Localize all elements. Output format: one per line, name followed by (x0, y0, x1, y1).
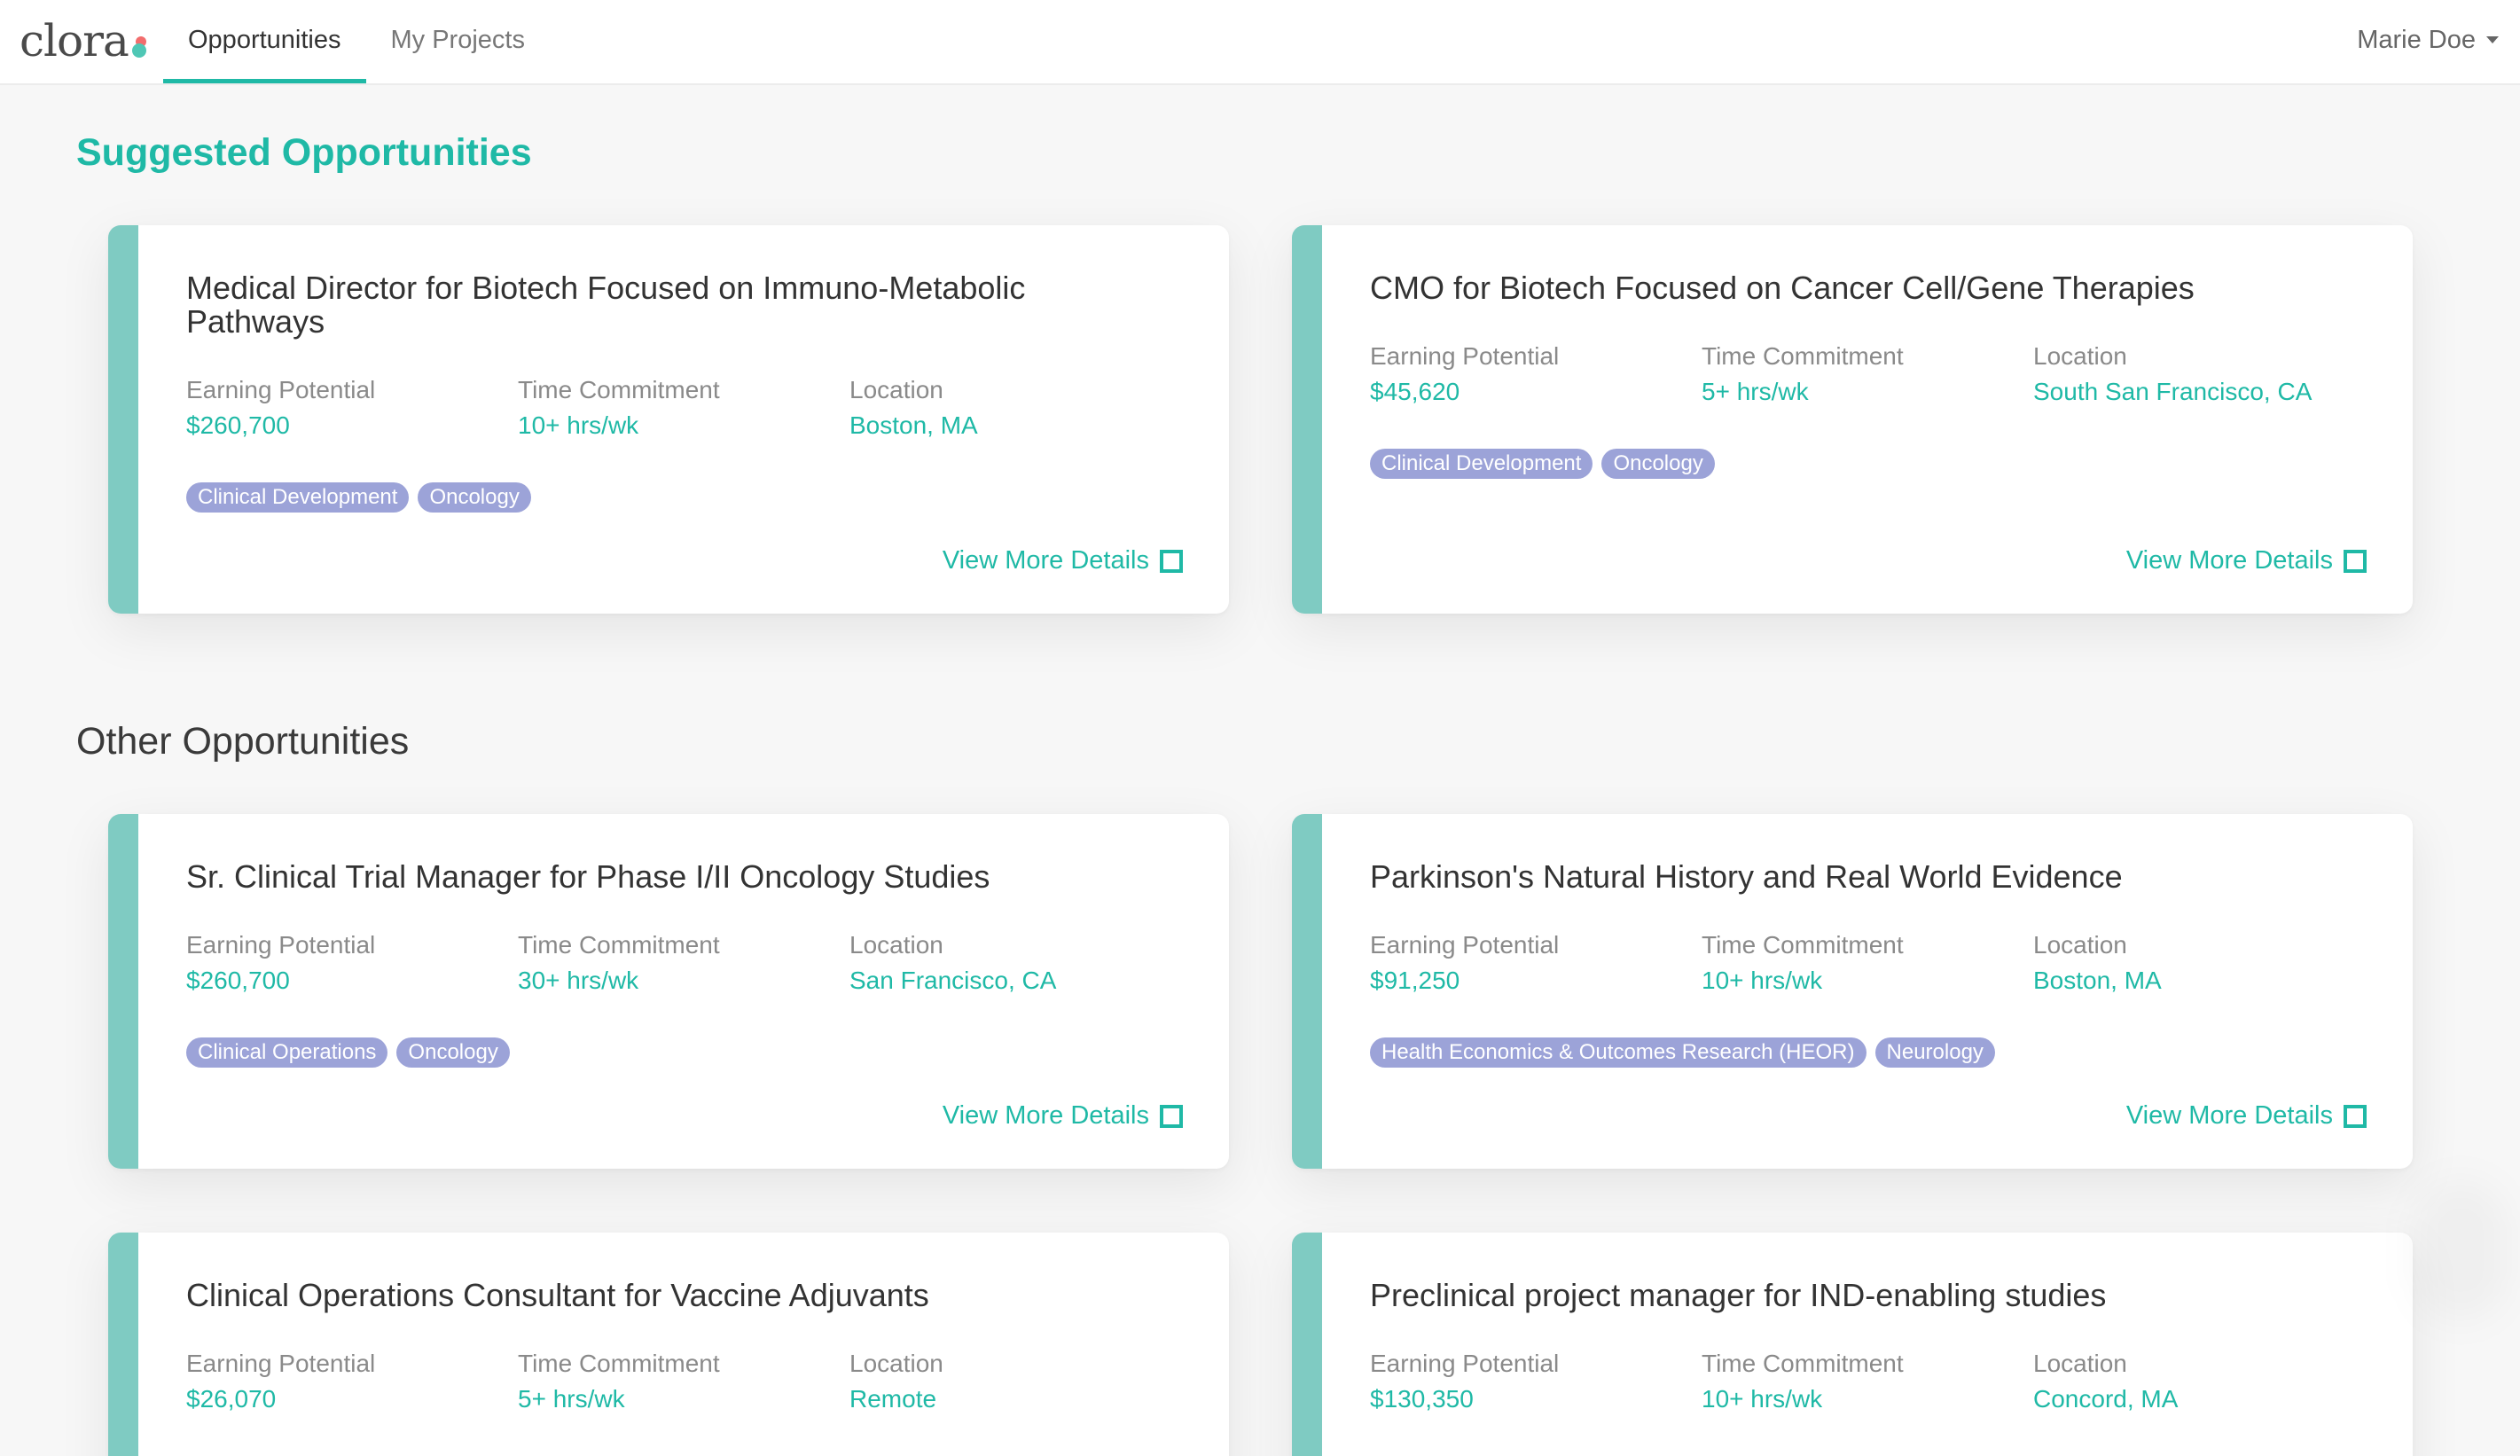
tag[interactable]: Health Economics & Outcomes Research (HE… (1370, 1037, 1867, 1068)
other-section-title: Other Opportunities (76, 720, 410, 763)
user-name: Marie Doe (2357, 25, 2476, 54)
card-title: Preclinical project manager for IND-enab… (1370, 1277, 2107, 1313)
page: clora Opportunities My Projects Marie Do… (0, 0, 2520, 1456)
card-meta: Earning Potential $260,700 Time Commitme… (186, 928, 1181, 998)
logo-text: clora (20, 15, 129, 67)
opportunity-card[interactable]: Preclinical project manager for IND-enab… (1292, 1233, 2413, 1456)
earning-potential: Earning Potential $130,350 (1370, 1350, 1560, 1413)
location: Location Concord, MA (2033, 1350, 2179, 1413)
location: Location Remote (849, 1350, 943, 1413)
expand-icon (1160, 1104, 1183, 1128)
suggested-section-title: Suggested Opportunities (76, 131, 532, 174)
opportunity-card[interactable]: Sr. Clinical Trial Manager for Phase I/I… (108, 814, 1229, 1169)
time-commitment: Time Commitment 5+ hrs/wk (1702, 342, 1904, 405)
earning-potential: Earning Potential $26,070 (186, 1350, 376, 1413)
tag[interactable]: Clinical Operations (186, 1037, 388, 1068)
tab-my-projects[interactable]: My Projects (366, 0, 550, 80)
location: Location South San Francisco, CA (2033, 342, 2313, 405)
user-menu[interactable]: Marie Doe (2344, 0, 2511, 80)
opportunity-card[interactable]: Medical Director for Biotech Focused on … (108, 225, 1229, 614)
time-commitment: Time Commitment 5+ hrs/wk (518, 1350, 720, 1413)
card-meta: Earning Potential $91,250 Time Commitmen… (1370, 928, 2365, 998)
earning-potential: Earning Potential $45,620 (1370, 342, 1560, 405)
logo-mark-icon (130, 33, 157, 68)
view-more-details-link[interactable]: View More Details (943, 546, 1183, 575)
tab-opportunities[interactable]: Opportunities (163, 0, 366, 83)
tag[interactable]: Neurology (1874, 1037, 1995, 1068)
location: Location Boston, MA (849, 376, 978, 439)
time-commitment: Time Commitment 10+ hrs/wk (1702, 931, 1904, 994)
card-accent-stripe (1292, 1233, 1322, 1456)
card-title: Parkinson's Natural History and Real Wor… (1370, 858, 2123, 895)
opportunity-card[interactable]: CMO for Biotech Focused on Cancer Cell/G… (1292, 225, 2413, 614)
expand-icon (1160, 549, 1183, 573)
card-meta: Earning Potential $45,620 Time Commitmen… (1370, 339, 2365, 410)
location: Location San Francisco, CA (849, 931, 1057, 994)
tag-list: Clinical Operations Oncology (186, 1037, 519, 1068)
view-more-details-link[interactable]: View More Details (2126, 546, 2367, 575)
card-title: Medical Director for Biotech Focused on … (186, 270, 1026, 340)
earning-potential: Earning Potential $260,700 (186, 376, 376, 439)
main-nav: Opportunities My Projects (163, 0, 550, 83)
tag[interactable]: Oncology (1601, 449, 1715, 479)
card-accent-stripe (1292, 814, 1322, 1169)
top-nav-bar: clora Opportunities My Projects Marie Do… (0, 0, 2520, 85)
card-title: CMO for Biotech Focused on Cancer Cell/G… (1370, 270, 2195, 306)
tag[interactable]: Oncology (418, 482, 531, 513)
tag-list: Clinical Development Oncology (186, 482, 540, 513)
location: Location Boston, MA (2033, 931, 2162, 994)
card-accent-stripe (1292, 225, 1322, 614)
tag[interactable]: Oncology (396, 1037, 510, 1068)
card-meta: Earning Potential $130,350 Time Commitme… (1370, 1346, 2365, 1417)
time-commitment: Time Commitment 10+ hrs/wk (518, 376, 720, 439)
tag-list: Clinical Development Oncology (1370, 449, 1724, 479)
card-title: Clinical Operations Consultant for Vacci… (186, 1277, 929, 1313)
time-commitment: Time Commitment 10+ hrs/wk (1702, 1350, 1904, 1413)
view-more-details-link[interactable]: View More Details (2126, 1101, 2367, 1131)
earning-potential: Earning Potential $91,250 (1370, 931, 1560, 994)
scroll-shadow (2412, 1179, 2509, 1321)
clora-logo[interactable]: clora (20, 5, 157, 76)
expand-icon (2344, 549, 2367, 573)
caret-down-icon (2486, 36, 2499, 43)
earning-potential: Earning Potential $260,700 (186, 931, 376, 994)
card-accent-stripe (108, 814, 138, 1169)
expand-icon (2344, 1104, 2367, 1128)
card-title: Sr. Clinical Trial Manager for Phase I/I… (186, 858, 990, 895)
tag[interactable]: Clinical Development (186, 482, 410, 513)
time-commitment: Time Commitment 30+ hrs/wk (518, 931, 720, 994)
tag-list: Health Economics & Outcomes Research (HE… (1370, 1037, 2004, 1068)
card-accent-stripe (108, 225, 138, 614)
opportunity-card[interactable]: Clinical Operations Consultant for Vacci… (108, 1233, 1229, 1456)
card-accent-stripe (108, 1233, 138, 1456)
card-meta: Earning Potential $260,700 Time Commitme… (186, 372, 1181, 443)
tag[interactable]: Clinical Development (1370, 449, 1593, 479)
card-meta: Earning Potential $26,070 Time Commitmen… (186, 1346, 1181, 1417)
opportunity-card[interactable]: Parkinson's Natural History and Real Wor… (1292, 814, 2413, 1169)
view-more-details-link[interactable]: View More Details (943, 1101, 1183, 1131)
